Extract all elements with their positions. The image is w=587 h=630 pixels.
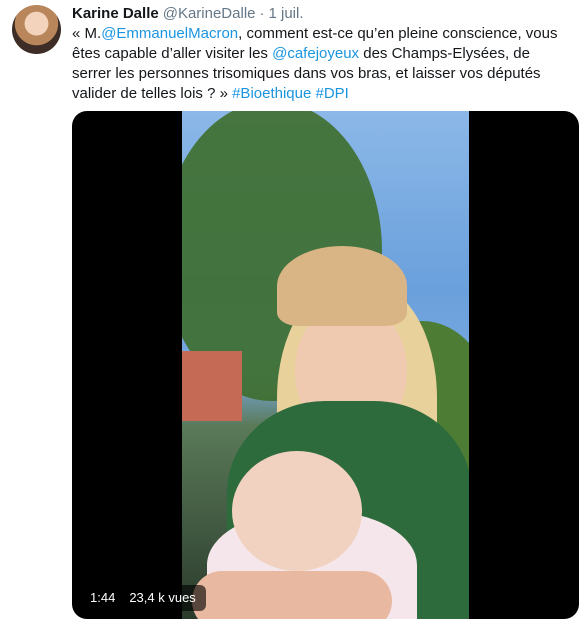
separator-dot: ·	[259, 5, 265, 22]
person-cap	[277, 246, 407, 326]
hashtag-dpi[interactable]: #DPI	[316, 85, 349, 102]
video-player[interactable]: 1:44 23,4 k vues	[72, 111, 579, 619]
avatar[interactable]	[12, 5, 61, 54]
text-segment: « M.	[72, 25, 102, 42]
person-arm	[192, 571, 392, 619]
author-handle[interactable]: @KarineDalle	[163, 5, 256, 22]
video-duration: 1:44	[90, 590, 116, 605]
tweet[interactable]: Karine Dalle @KarineDalle · 1 juil. « M.@Em…	[0, 0, 587, 630]
mention-cafejoyeux[interactable]: @cafejoyeux	[272, 45, 359, 62]
video-frame[interactable]	[182, 111, 469, 619]
baby-head	[232, 451, 362, 571]
tweet-date[interactable]: 1 juil.	[269, 5, 304, 22]
video-views: 23,4 k vues	[129, 590, 196, 605]
background-wall	[182, 351, 242, 421]
tweet-header: Karine Dalle @KarineDalle · 1 juil.	[72, 4, 304, 24]
video-overlay: 1:44 23,4 k vues	[80, 585, 206, 611]
hashtag-bioethique[interactable]: #Bioethique	[232, 85, 311, 102]
author-name[interactable]: Karine Dalle	[72, 5, 159, 22]
tweet-text: « M.@EmmanuelMacron, comment est-ce qu’e…	[72, 24, 572, 104]
mention-emmanuelmacron[interactable]: @EmmanuelMacron	[101, 25, 238, 42]
